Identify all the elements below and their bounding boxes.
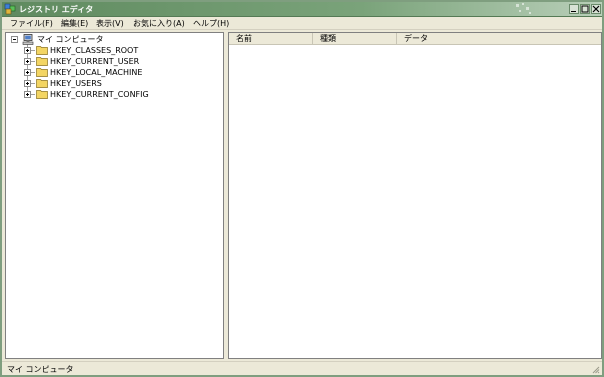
registry-editor-icon: [4, 3, 16, 15]
folder-icon: [36, 90, 48, 99]
folder-icon: [36, 57, 48, 66]
menu-favorites[interactable]: お気に入り(A): [133, 18, 185, 30]
collapse-toggle[interactable]: [11, 36, 18, 43]
folder-icon: [36, 79, 48, 88]
maximize-button[interactable]: [580, 4, 590, 14]
minimize-button[interactable]: [569, 4, 579, 14]
column-header-name[interactable]: 名前: [229, 33, 313, 45]
title-bar[interactable]: レジストリ エディタ: [2, 2, 602, 17]
window-title: レジストリ エディタ: [19, 5, 94, 14]
tree-item-hkey-local-machine[interactable]: HKEY_LOCAL_MACHINE: [6, 67, 223, 78]
computer-icon: [22, 34, 34, 45]
menu-bar: ファイル(F) 編集(E) 表示(V) お気に入り(A) ヘルプ(H): [2, 18, 602, 30]
tree-item-hkey-current-config[interactable]: HKEY_CURRENT_CONFIG: [6, 89, 223, 100]
status-text: マイ コンピュータ: [7, 365, 74, 374]
expand-toggle[interactable]: [24, 69, 31, 76]
status-bar: マイ コンピュータ: [2, 361, 602, 375]
expand-toggle[interactable]: [24, 91, 31, 98]
registry-editor-window: レジストリ エディタ ファイル(F) 編集(E) 表示(V) お気に入り(A) …: [0, 0, 604, 377]
folder-icon: [36, 68, 48, 77]
menu-edit[interactable]: 編集(E): [61, 18, 88, 30]
folder-icon: [36, 46, 48, 55]
menu-file[interactable]: ファイル(F): [10, 18, 53, 30]
expand-toggle[interactable]: [24, 80, 31, 87]
close-button[interactable]: [591, 4, 601, 14]
list-header: 名前 種類 データ: [229, 33, 601, 45]
titlebar-decoration: [516, 3, 531, 14]
column-header-data[interactable]: データ: [397, 33, 601, 45]
tree-key-label: HKEY_CURRENT_USER: [50, 57, 140, 66]
expand-toggle[interactable]: [24, 47, 31, 54]
resize-grip-icon[interactable]: [590, 364, 600, 374]
menu-view[interactable]: 表示(V): [96, 18, 124, 30]
tree-item-hkey-current-user[interactable]: HKEY_CURRENT_USER: [6, 56, 223, 67]
maximize-icon: [581, 5, 589, 13]
tree-key-label: HKEY_CLASSES_ROOT: [50, 46, 139, 55]
close-icon: [592, 5, 600, 13]
tree-key-label: HKEY_CURRENT_CONFIG: [50, 90, 149, 99]
tree-item-hkey-classes-root[interactable]: HKEY_CLASSES_ROOT: [6, 45, 223, 56]
tree-root-label: マイ コンピュータ: [37, 35, 104, 44]
minimize-icon: [571, 11, 576, 12]
tree-item-hkey-users[interactable]: HKEY_USERS: [6, 78, 223, 89]
column-header-type[interactable]: 種類: [313, 33, 397, 45]
tree-item-my-computer[interactable]: マイ コンピュータ: [6, 34, 223, 45]
menu-help[interactable]: ヘルプ(H): [193, 18, 229, 30]
expand-toggle[interactable]: [24, 58, 31, 65]
tree-pane[interactable]: マイ コンピュータ HKEY_CLASSES_ROOT HKEY_CURRENT…: [5, 32, 224, 359]
tree-key-label: HKEY_LOCAL_MACHINE: [50, 68, 143, 77]
tree-key-label: HKEY_USERS: [50, 79, 102, 88]
values-pane[interactable]: 名前 種類 データ: [228, 32, 602, 359]
